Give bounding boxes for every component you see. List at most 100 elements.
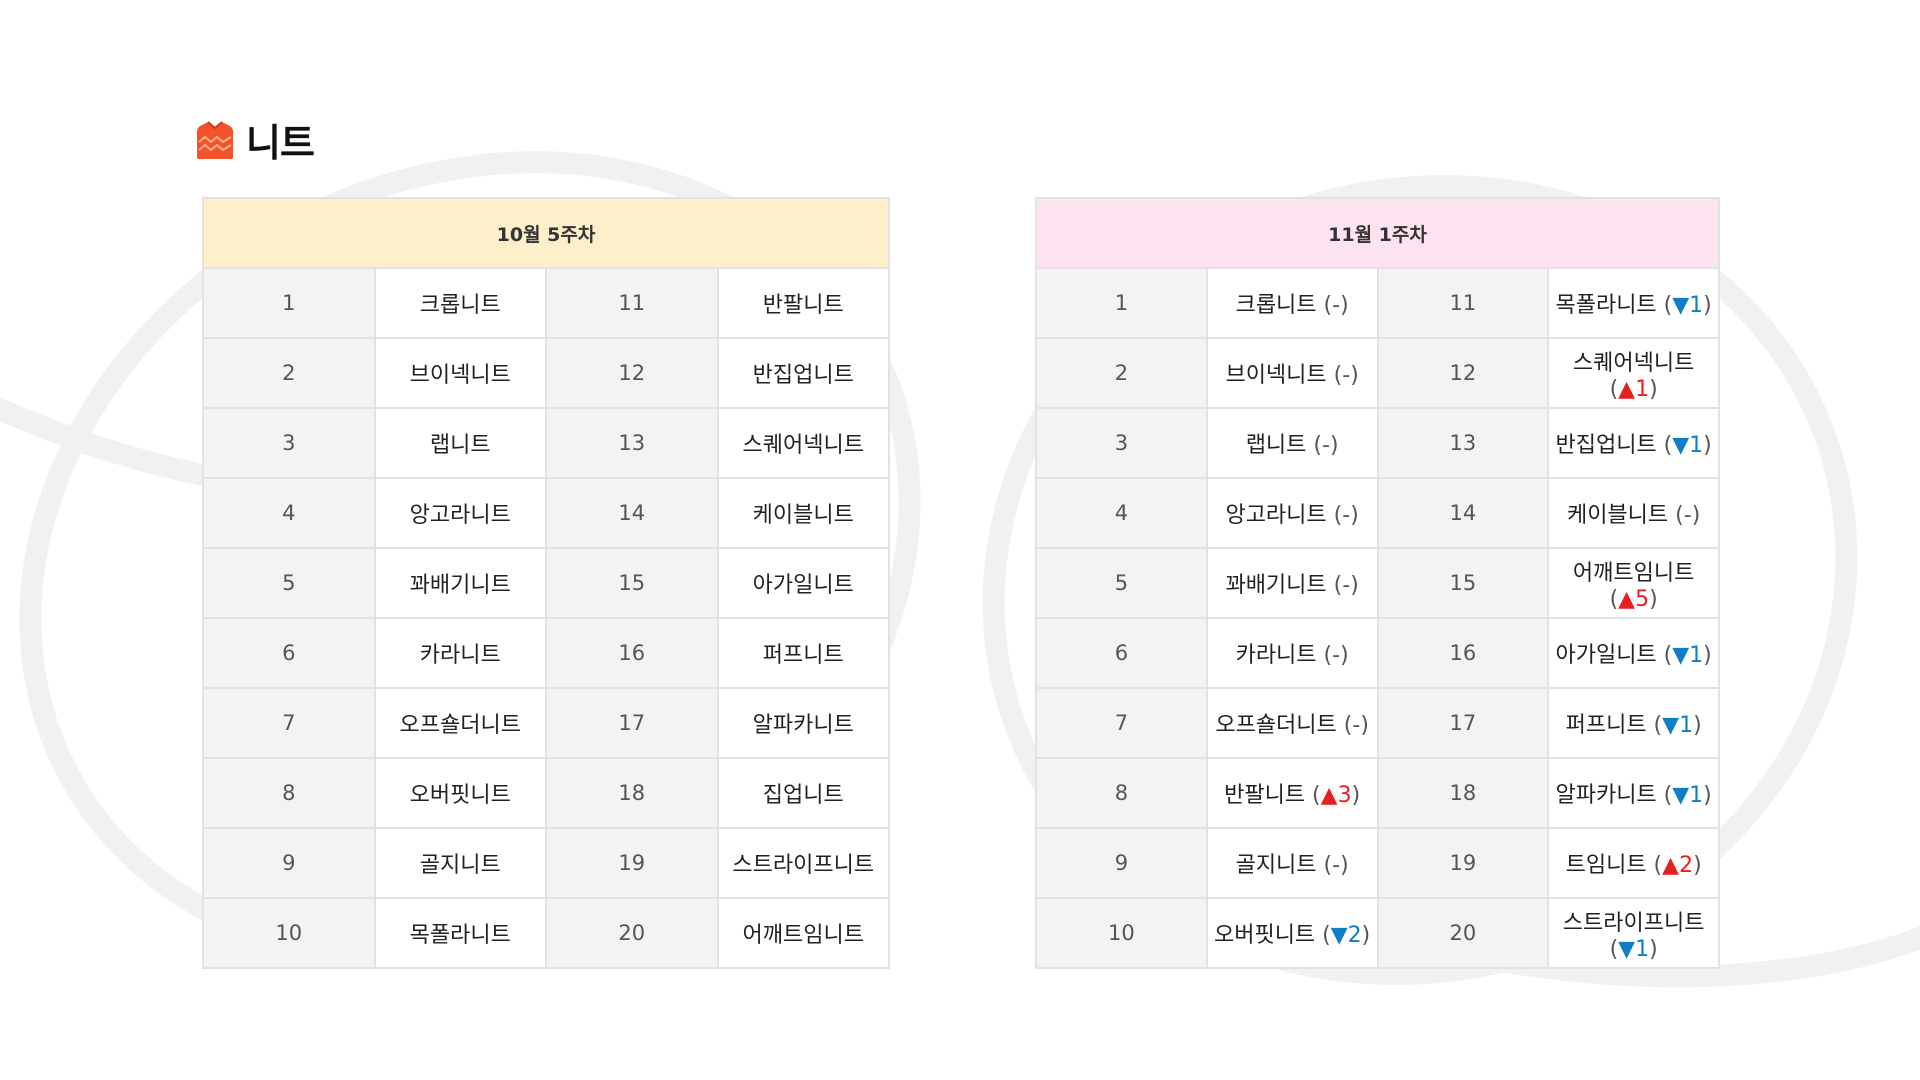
rank-change-value: 1 <box>1679 713 1694 738</box>
triangle-up-icon: ▲ <box>1618 376 1636 402</box>
rank-number: 15 <box>545 547 719 619</box>
item-name: 랩니트 (-) <box>1205 407 1379 479</box>
paren: ( <box>1609 936 1619 962</box>
item-name-text: 아가일니트 <box>1555 643 1657 668</box>
paren: ) <box>1703 433 1712 458</box>
rank-number: 11 <box>545 267 719 339</box>
item-name-text: 퍼프니트 <box>1565 713 1647 738</box>
paren: ) <box>1360 713 1369 738</box>
paren: ( <box>1316 643 1333 668</box>
item-name: 브이넥니트 (-) <box>1205 337 1379 409</box>
rank-change: (▼1) <box>1657 433 1712 458</box>
rank-number: 15 <box>1376 547 1550 619</box>
rank-change-value: - <box>1322 433 1330 458</box>
paren: ) <box>1329 433 1339 458</box>
item-name: 아가일니트 (▼1) <box>1547 617 1720 689</box>
item-name-text: 어깨트임니트 <box>1572 560 1695 586</box>
paren: ( <box>1646 853 1663 878</box>
rank-change-value: 1 <box>1635 376 1650 402</box>
item-name: 목폴라니트 (▼1) <box>1547 267 1720 339</box>
item-name: 반팔니트 (▲3) <box>1205 757 1379 829</box>
paren: ) <box>1351 783 1361 808</box>
paren: ) <box>1350 573 1359 598</box>
table-row: 5 꽈배기니트 15 아가일니트 <box>202 547 890 619</box>
rank-change: (-) <box>1327 573 1359 598</box>
table-row: 8 오버핏니트 18 집업니트 <box>202 757 890 829</box>
table-row: 2 브이넥니트 (-) 12 스퀘어넥니트 (▲1) <box>1035 337 1720 409</box>
paren: ) <box>1340 643 1349 668</box>
rank-change: (▼1) <box>1610 937 1658 962</box>
item-name-text: 스트라이프니트 <box>1562 910 1705 936</box>
rank-change-value: 1 <box>1689 293 1704 318</box>
rank-number: 6 <box>1035 617 1208 689</box>
rank-change-value: 1 <box>1689 643 1704 668</box>
rank-number: 7 <box>1035 687 1208 759</box>
item-name: 스퀘어넥니트 <box>716 407 890 479</box>
item-name: 앙고라니트 (-) <box>1205 477 1379 549</box>
rank-number: 5 <box>202 547 376 619</box>
rank-change-value: 2 <box>1679 853 1694 878</box>
paren: ) <box>1361 923 1371 948</box>
item-name: 반집업니트 <box>716 337 890 409</box>
rank-change: (▼1) <box>1657 783 1712 808</box>
rank-number: 14 <box>545 477 719 549</box>
item-name-text: 골지니트 <box>1235 853 1317 878</box>
paren: ( <box>1306 433 1322 458</box>
item-name: 아가일니트 <box>716 547 890 619</box>
table-row: 9 골지니트 19 스트라이프니트 <box>202 827 890 899</box>
rank-number: 3 <box>202 407 376 479</box>
item-name-text: 어깨트임니트 <box>742 923 864 948</box>
item-name-text: 오프숄더니트 <box>399 713 521 738</box>
item-name-text: 랩니트 <box>429 433 491 458</box>
rank-number: 20 <box>545 897 719 969</box>
paren: ) <box>1350 503 1359 528</box>
table-row: 4 앙고라니트 14 케이블니트 <box>202 477 890 549</box>
table-row: 10 오버핏니트 (▼2) 20 스트라이프니트 (▼1) <box>1035 897 1720 969</box>
triangle-down-icon: ▼ <box>1672 783 1690 808</box>
table-row: 9 골지니트 (-) 19 트임니트 (▲2) <box>1035 827 1720 899</box>
table-row: 8 반팔니트 (▲3) 18 알파카니트 (▼1) <box>1035 757 1720 829</box>
item-name: 퍼프니트 <box>716 617 890 689</box>
triangle-up-icon: ▲ <box>1618 586 1636 612</box>
table-row: 1 크롭니트 (-) 11 목폴라니트 (▼1) <box>1035 267 1720 339</box>
table-row: 6 카라니트 16 퍼프니트 <box>202 617 890 689</box>
paren: ( <box>1316 853 1333 878</box>
item-name: 골지니트 <box>373 827 547 899</box>
item-name-text: 퍼프니트 <box>762 643 844 668</box>
rank-number: 10 <box>1035 897 1208 969</box>
rank-change: (▲3) <box>1305 783 1360 808</box>
rank-number: 2 <box>1035 337 1208 409</box>
item-name-text: 알파카니트 <box>1555 783 1657 808</box>
rank-number: 4 <box>202 477 376 549</box>
item-name-text: 알파카니트 <box>752 713 854 738</box>
rank-number: 8 <box>202 757 376 829</box>
table-row: 5 꽈배기니트 (-) 15 어깨트임니트 (▲5) <box>1035 547 1720 619</box>
rank-change: (▼2) <box>1315 923 1370 948</box>
table-row: 6 카라니트 (-) 16 아가일니트 (▼1) <box>1035 617 1720 689</box>
paren: ( <box>1609 586 1619 612</box>
rank-number: 16 <box>1376 617 1550 689</box>
rank-change: (-) <box>1317 853 1349 878</box>
paren: ) <box>1703 293 1712 318</box>
item-name: 랩니트 <box>373 407 547 479</box>
paren: ( <box>1646 713 1663 738</box>
item-name: 트임니트 (▲2) <box>1547 827 1720 899</box>
item-name: 카라니트 (-) <box>1205 617 1379 689</box>
table-row: 3 랩니트 (-) 13 반집업니트 (▼1) <box>1035 407 1720 479</box>
rank-number: 2 <box>202 337 376 409</box>
rank-change-value: - <box>1332 293 1341 318</box>
item-name-text: 카라니트 <box>1235 643 1317 668</box>
table-row: 3 랩니트 13 스퀘어넥니트 <box>202 407 890 479</box>
triangle-down-icon: ▼ <box>1672 433 1690 458</box>
item-name: 꽈배기니트 (-) <box>1205 547 1379 619</box>
item-name-text: 카라니트 <box>419 643 501 668</box>
item-name-text: 목폴라니트 <box>1555 293 1657 318</box>
item-name-text: 골지니트 <box>419 853 501 878</box>
paren: ( <box>1656 293 1673 318</box>
paren: ( <box>1656 433 1673 458</box>
paren: ) <box>1649 376 1658 402</box>
paren: ( <box>1316 293 1333 318</box>
item-name-text: 브이넥니트 <box>1225 363 1327 388</box>
triangle-down-icon: ▼ <box>1672 293 1690 318</box>
rank-change: (-) <box>1317 643 1349 668</box>
